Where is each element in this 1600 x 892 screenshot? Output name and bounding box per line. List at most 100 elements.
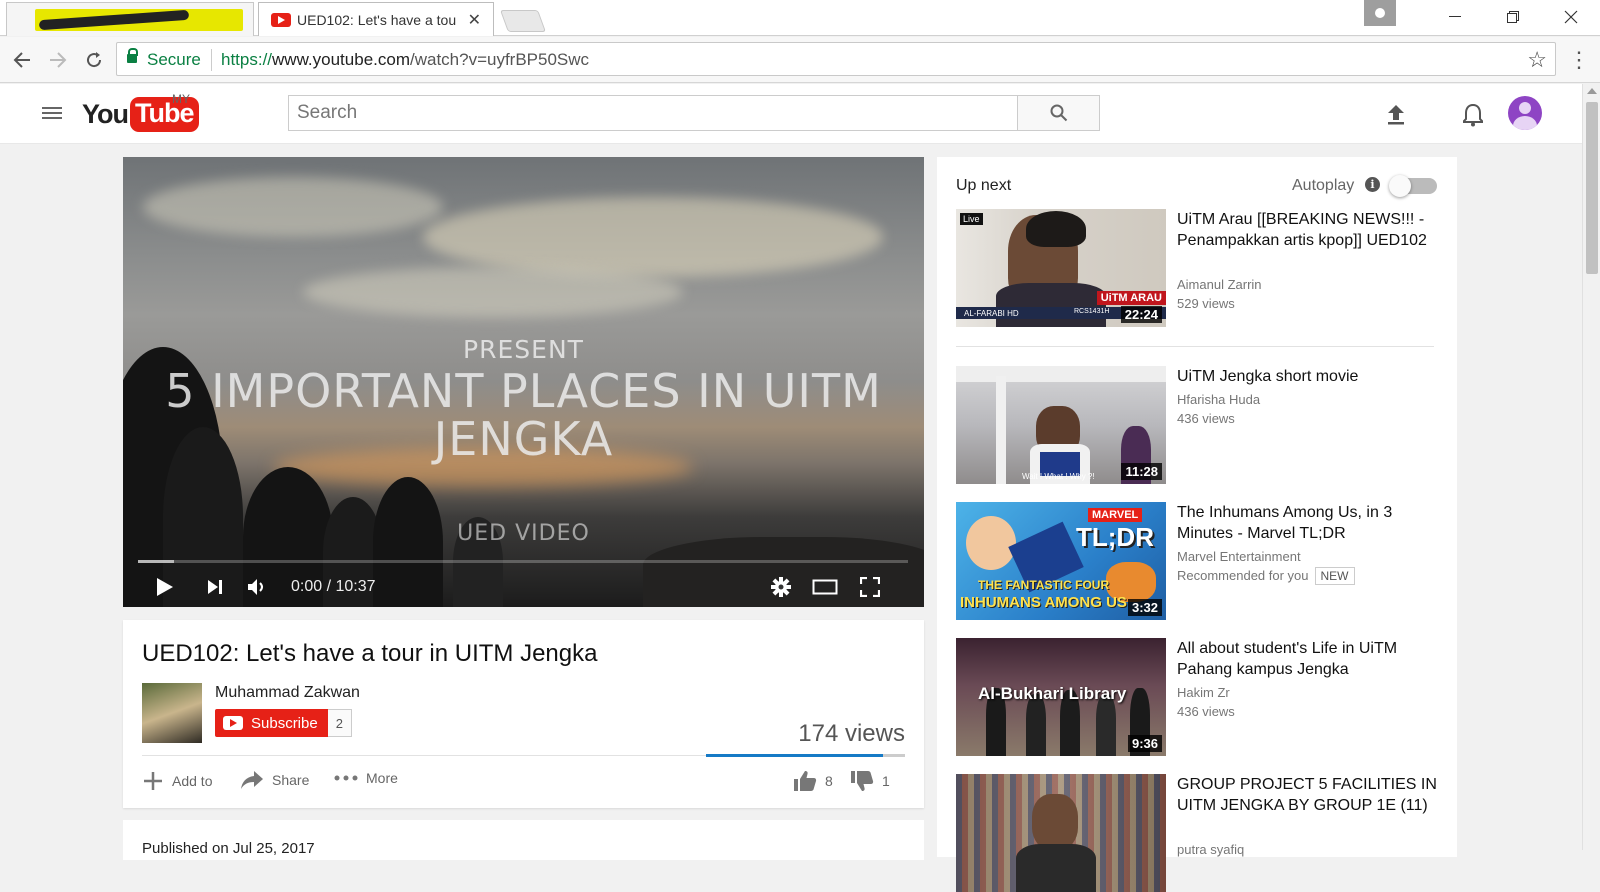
notifications-bell-icon[interactable] — [1458, 100, 1488, 130]
next-video-button[interactable] — [203, 567, 227, 607]
dislike-ratio-bar — [883, 754, 905, 757]
search-input[interactable] — [289, 96, 1017, 130]
like-ratio-bar — [706, 754, 883, 757]
thumbnail-text: Wait ! What ! Why ?! — [1022, 472, 1095, 481]
browser-tab-active[interactable]: UED102: Let's have a tou ✕ — [258, 2, 494, 36]
thumbnail-text: Al-Bukhari Library — [978, 684, 1127, 703]
browser-profile-icon[interactable] — [1364, 0, 1396, 26]
recommended-video[interactable]: GROUP PROJECT 5 FACILITIES IN UITM JENGK… — [956, 774, 1437, 892]
dislike-button[interactable]: 1 — [850, 770, 890, 792]
youtube-favicon-icon — [271, 13, 291, 27]
autoplay-label: Autoplay — [1292, 177, 1355, 194]
up-next-sidebar: Up next Autoplay i AL-FARABI HD RCS1431H… — [937, 157, 1457, 892]
close-tab-icon[interactable]: ✕ — [468, 10, 481, 30]
thumbnail-text: RCS1431H — [1074, 308, 1110, 315]
video-duration: 22:24 — [1120, 306, 1162, 323]
scroll-up-icon[interactable] — [1587, 88, 1597, 94]
thumbnail-text: Live — [960, 213, 983, 225]
video-progress-bar[interactable] — [138, 560, 908, 563]
thumbnail-text: UiTM ARAU — [1096, 291, 1166, 305]
browser-menu-icon[interactable]: ⋮ — [1568, 46, 1590, 74]
upload-icon[interactable] — [1381, 100, 1411, 130]
window-controls — [1364, 0, 1600, 34]
address-bar[interactable]: Secure https://www.youtube.com/watch?v=u… — [116, 42, 1556, 76]
account-avatar[interactable] — [1508, 96, 1542, 130]
volume-button[interactable] — [245, 567, 269, 607]
add-to-button[interactable]: Add to — [142, 770, 212, 792]
like-button[interactable]: 8 — [793, 770, 833, 792]
thumbnail-text: MARVEL — [1088, 508, 1143, 522]
redaction-scribble — [35, 9, 243, 31]
settings-gear-icon[interactable] — [769, 567, 793, 607]
thumbnail-text: AL-FARABI HD — [964, 309, 1019, 318]
video-thumbnail[interactable]: MARVEL TL;DR THE FANTASTIC FOUR INHUMANS… — [956, 502, 1166, 620]
video-title[interactable]: All about student's Life in UiTM Pahang … — [1177, 638, 1437, 680]
bookmark-star-icon[interactable]: ☆ — [1527, 47, 1547, 73]
up-next-heading: Up next — [956, 177, 1012, 194]
channel-name[interactable]: Muhammad Zakwan — [215, 684, 360, 702]
subscriber-count: 2 — [327, 709, 352, 737]
recommended-video[interactable]: MARVEL TL;DR THE FANTASTIC FOUR INHUMANS… — [956, 502, 1436, 620]
search-field — [288, 95, 1018, 131]
subscribe-button[interactable]: Subscribe — [215, 709, 328, 737]
recommended-video[interactable]: Al-Bukhari Library 9:36 All about studen… — [956, 638, 1436, 756]
video-info-card: UED102: Let's have a tour in UITM Jengka… — [123, 620, 924, 808]
search-icon — [1050, 104, 1067, 122]
play-button[interactable] — [153, 567, 177, 607]
more-button[interactable]: More — [334, 770, 398, 786]
channel-avatar[interactable] — [142, 683, 202, 743]
view-count: 174 views — [798, 720, 905, 747]
page-scrollbar[interactable] — [1582, 84, 1600, 850]
browser-tab-title: UED102: Let's have a tou — [297, 12, 457, 28]
youtube-logo[interactable]: You Tube MY — [82, 92, 199, 134]
browser-tab-redacted[interactable] — [6, 2, 254, 36]
video-thumbnail[interactable]: Al-Bukhari Library 9:36 — [956, 638, 1166, 756]
recommended-video[interactable]: AL-FARABI HD RCS1431H UiTM ARAU Live 22:… — [956, 209, 1436, 327]
reload-button[interactable] — [80, 46, 108, 74]
search-button[interactable] — [1018, 95, 1100, 131]
back-button[interactable] — [8, 46, 36, 74]
browser-tab-bar: UED102: Let's have a tou ✕ — [0, 0, 1600, 36]
video-overlay-footer: UED VIDEO — [457, 521, 590, 546]
thumbs-up-icon — [794, 771, 817, 791]
recommendation-note: Recommended for you NEW — [1177, 566, 1355, 585]
video-thumbnail[interactable]: Wait ! What ! Why ?! 11:28 — [956, 366, 1166, 484]
channel-name: Hfarisha Huda — [1177, 392, 1261, 407]
video-thumbnail[interactable]: AL-FARABI HD RCS1431H UiTM ARAU Live 22:… — [956, 209, 1166, 327]
thumbnail-text: INHUMANS AMONG US — [960, 594, 1127, 611]
url-text: https://www.youtube.com/watch?v=uyfrBP50… — [221, 50, 590, 69]
buffered-progress — [138, 560, 175, 563]
video-title[interactable]: UiTM Jengka short movie — [1177, 366, 1437, 387]
plus-icon — [144, 772, 162, 790]
restore-window-icon[interactable] — [1484, 0, 1542, 34]
close-window-icon[interactable] — [1542, 0, 1600, 34]
fullscreen-button[interactable] — [858, 567, 882, 607]
forward-button[interactable] — [44, 46, 72, 74]
thumbnail-text: TL;DR — [1076, 522, 1154, 552]
video-thumbnail[interactable] — [956, 774, 1166, 892]
info-icon[interactable]: i — [1365, 177, 1380, 192]
subscribe-group: Subscribe 2 — [215, 709, 352, 737]
minimize-window-icon[interactable] — [1426, 0, 1484, 34]
channel-name: Aimanul Zarrin — [1177, 277, 1262, 292]
video-duration: 9:36 — [1127, 735, 1162, 752]
channel-name: Marvel Entertainment — [1177, 549, 1301, 564]
share-button[interactable]: Share — [240, 770, 309, 790]
youtube-header: You Tube MY — [0, 84, 1582, 144]
video-title[interactable]: GROUP PROJECT 5 FACILITIES IN UITM JENGK… — [1177, 774, 1437, 816]
secure-label: Secure — [147, 50, 201, 69]
video-player[interactable]: PRESENT 5 IMPORTANT PLACES IN UITM JENGK… — [123, 157, 924, 607]
publish-date: Published on Jul 25, 2017 — [142, 840, 315, 857]
country-code: MY — [172, 92, 190, 106]
theater-mode-button[interactable] — [811, 567, 839, 607]
video-overlay-title: 5 IMPORTANT PLACES IN UITM JENGKA — [165, 364, 882, 466]
recommended-video[interactable]: Wait ! What ! Why ?! 11:28 UiTM Jengka s… — [956, 366, 1436, 484]
time-display: 0:00 / 10:37 — [291, 578, 376, 595]
video-title[interactable]: The Inhumans Among Us, in 3 Minutes - Ma… — [1177, 502, 1437, 544]
new-tab-button[interactable] — [499, 10, 547, 32]
scrollbar-thumb[interactable] — [1586, 102, 1598, 274]
guide-menu-icon[interactable] — [42, 104, 62, 122]
video-title[interactable]: UiTM Arau [[BREAKING NEWS!!! - Penampakk… — [1177, 209, 1437, 251]
autoplay-toggle[interactable] — [1389, 175, 1437, 197]
video-duration: 3:32 — [1127, 599, 1162, 616]
